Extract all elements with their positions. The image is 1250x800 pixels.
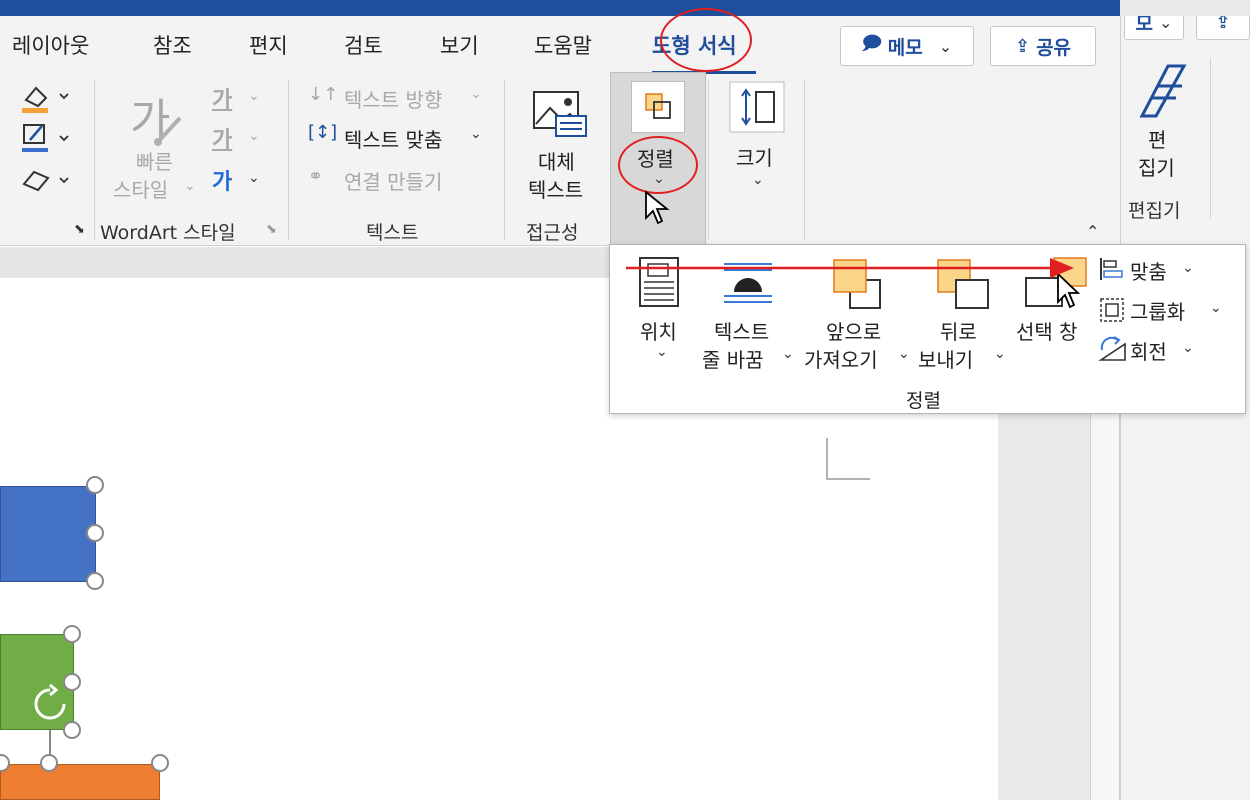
separator <box>288 80 289 240</box>
align-text-button[interactable]: [↕] 텍스트 맞춤 ⌄ <box>308 122 488 152</box>
group-label-wordart: WordArt 스타일 <box>100 222 236 244</box>
comment-icon: 🗩 <box>861 33 882 54</box>
quick-style-button[interactable]: 가 <box>122 84 192 154</box>
text-direction-button[interactable]: ↓↑ 텍스트 방향 ⌄ <box>308 84 488 112</box>
share-button[interactable]: ⇪ 공유 <box>990 26 1096 66</box>
chevron-down-icon: ⌄ <box>782 346 794 362</box>
group-button[interactable]: 그룹화 ⌄ <box>1096 294 1226 324</box>
shape-style-buttons <box>22 86 69 192</box>
brush-icon <box>154 116 182 146</box>
chevron-down-icon: ⌄ <box>656 344 668 360</box>
separator <box>708 80 709 240</box>
resize-handle[interactable] <box>40 754 58 772</box>
editor-pen-icon <box>1139 64 1187 118</box>
chevron-down-icon: ⌄ <box>470 86 482 102</box>
group-icon <box>1100 298 1124 322</box>
create-link-button[interactable]: ⚭ 연결 만들기 <box>308 166 488 194</box>
resize-handle[interactable] <box>63 625 81 643</box>
tab-help[interactable]: 도움말 <box>534 30 592 60</box>
align-text-icon: [↕] <box>308 122 338 143</box>
align-icon <box>1100 258 1123 280</box>
alt-text-icon <box>533 91 587 137</box>
title-bar <box>0 0 1120 16</box>
resize-handle[interactable] <box>86 524 104 542</box>
chevron-down-icon: ⌄ <box>1210 300 1222 316</box>
shape-fill-icon <box>22 86 48 113</box>
chevron-down-icon: ⌄ <box>248 170 260 186</box>
chevron-down-icon: ⌄ <box>470 126 482 142</box>
rotate-handle-icon[interactable] <box>30 684 70 724</box>
annotation-arrow <box>626 258 1074 278</box>
annotation-circle-tab <box>660 8 752 72</box>
memo-button[interactable]: 🗩 메모 ⌄ <box>840 26 974 66</box>
chevron-down-icon: ⌄ <box>994 346 1006 362</box>
share-icon: ⇪ <box>1014 35 1031 57</box>
page-corner-mark <box>826 438 870 480</box>
quick-style-label-1: 빠른 <box>136 150 173 174</box>
resize-handle[interactable] <box>63 721 81 739</box>
link-icon: ⚭ <box>308 166 324 187</box>
resize-handle[interactable] <box>86 572 104 590</box>
shape-effects-icon <box>22 170 50 192</box>
rotate-icon <box>1098 336 1126 361</box>
chevron-down-icon: ⌄ <box>752 172 764 188</box>
chevron-down-icon: ⌄ <box>248 128 260 144</box>
group-label-editor: 편집기 <box>1128 200 1181 222</box>
dialog-launcher-icon[interactable]: ⬊ <box>74 222 85 237</box>
tab-layout[interactable]: 레이아웃 <box>12 30 89 60</box>
rotate-button[interactable]: 회전 ⌄ <box>1096 334 1226 364</box>
text-outline-button[interactable]: 가 <box>212 122 232 154</box>
chevron-down-icon: ⌄ <box>248 88 260 104</box>
arrange-icon <box>631 81 685 133</box>
resize-handle[interactable] <box>63 673 81 691</box>
title-bar-right <box>1120 0 1250 16</box>
group-label-text: 텍스트 <box>366 222 419 244</box>
dialog-launcher-icon[interactable]: ⬊ <box>266 222 277 237</box>
size-icon <box>729 81 785 133</box>
chevron-down-icon: ⌄ <box>938 36 953 56</box>
tab-view[interactable]: 보기 <box>440 30 479 60</box>
resize-handle[interactable] <box>151 754 169 772</box>
chevron-down-icon: ⌄ <box>184 178 196 194</box>
shape-outline-icon <box>22 124 48 152</box>
alt-text-button[interactable]: 대체 텍스트 <box>522 84 598 204</box>
text-fill-button[interactable]: 가 <box>212 82 232 114</box>
group-label-accessibility: 접근성 <box>526 222 579 244</box>
orange-rectangle-shape[interactable] <box>0 764 160 800</box>
separator <box>804 80 805 240</box>
mouse-cursor-icon <box>645 190 670 225</box>
annotation-circle-arrange <box>618 136 698 194</box>
align-button[interactable]: 맞춤 ⌄ <box>1096 254 1226 284</box>
separator <box>504 80 505 240</box>
text-effects-button[interactable]: 가 <box>212 164 232 196</box>
collapse-ribbon-icon[interactable]: ⌃ <box>1086 222 1099 241</box>
editor-button[interactable]: 편 집기 <box>1128 58 1198 188</box>
quick-style-label-2: 스타일 <box>113 178 169 202</box>
chevron-down-icon: ⌄ <box>1182 340 1194 356</box>
blue-rectangle-shape[interactable] <box>0 486 96 582</box>
resize-handle[interactable] <box>86 476 104 494</box>
size-button[interactable]: 크기 ⌄ <box>722 80 792 200</box>
tab-references[interactable]: 참조 <box>153 30 192 60</box>
text-direction-icon: ↓↑ <box>308 84 339 105</box>
tab-mailings[interactable]: 편지 <box>249 30 288 60</box>
tab-review[interactable]: 검토 <box>344 30 383 60</box>
chevron-down-icon: ⌄ <box>1182 260 1194 276</box>
separator <box>1210 58 1211 218</box>
dropdown-group-label: 정렬 <box>906 390 941 412</box>
separator <box>94 80 95 240</box>
chevron-down-icon: ⌄ <box>898 346 910 362</box>
